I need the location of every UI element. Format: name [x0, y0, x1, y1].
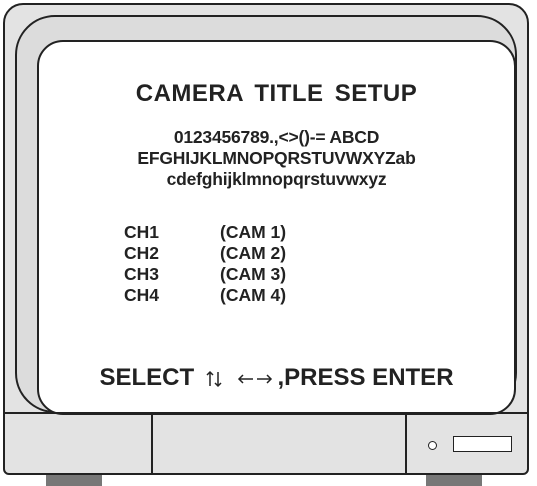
left-right-arrows-icon	[238, 374, 273, 384]
monitor-bezel: CAMERA TITLE SETUP 0123456789.,<>()-= AB…	[15, 15, 517, 415]
osd-screen: CAMERA TITLE SETUP 0123456789.,<>()-= AB…	[37, 40, 516, 415]
page-title: CAMERA TITLE SETUP	[135, 80, 418, 107]
monitor-foot-right	[426, 475, 482, 486]
channel-label: CH4	[124, 285, 160, 305]
channel-row-ch2[interactable]: CH2 (CAM 2)	[124, 243, 286, 264]
channel-title: (CAM 4)	[220, 285, 287, 305]
monitor-foot-left	[46, 475, 102, 486]
panel-divider-right	[405, 414, 407, 473]
channel-title: (CAM 1)	[220, 222, 287, 242]
footer-press-enter-label: ,PRESS ENTER	[277, 364, 454, 391]
charset-row-3[interactable]: cdefghijklmnopqrstuvwxyz	[39, 169, 514, 190]
monitor-frame: CAMERA TITLE SETUP 0123456789.,<>()-= AB…	[3, 3, 529, 475]
footer-instructions: SELECT ,PRESS ENTER	[39, 364, 514, 392]
channel-label: CH3	[124, 264, 160, 284]
up-down-arrows-icon	[206, 370, 222, 387]
channel-label: CH1	[124, 222, 160, 242]
front-panel-slot[interactable]	[453, 436, 512, 452]
channel-row-ch1[interactable]: CH1 (CAM 1)	[124, 222, 286, 243]
charset-row-1[interactable]: 0123456789.,<>()-= ABCD	[39, 127, 514, 148]
power-led-icon	[428, 441, 437, 450]
panel-divider-left	[151, 414, 153, 473]
channel-row-ch4[interactable]: CH4 (CAM 4)	[124, 285, 286, 306]
channel-row-ch3[interactable]: CH3 (CAM 3)	[124, 264, 286, 285]
monitor-base-divider	[5, 412, 527, 414]
channel-title: (CAM 3)	[220, 264, 287, 284]
channel-label: CH2	[124, 243, 160, 263]
charset-row-2[interactable]: EFGHIJKLMNOPQRSTUVWXYZab	[39, 148, 514, 169]
footer-select-label: SELECT	[99, 364, 195, 391]
channel-title: (CAM 2)	[220, 243, 287, 263]
